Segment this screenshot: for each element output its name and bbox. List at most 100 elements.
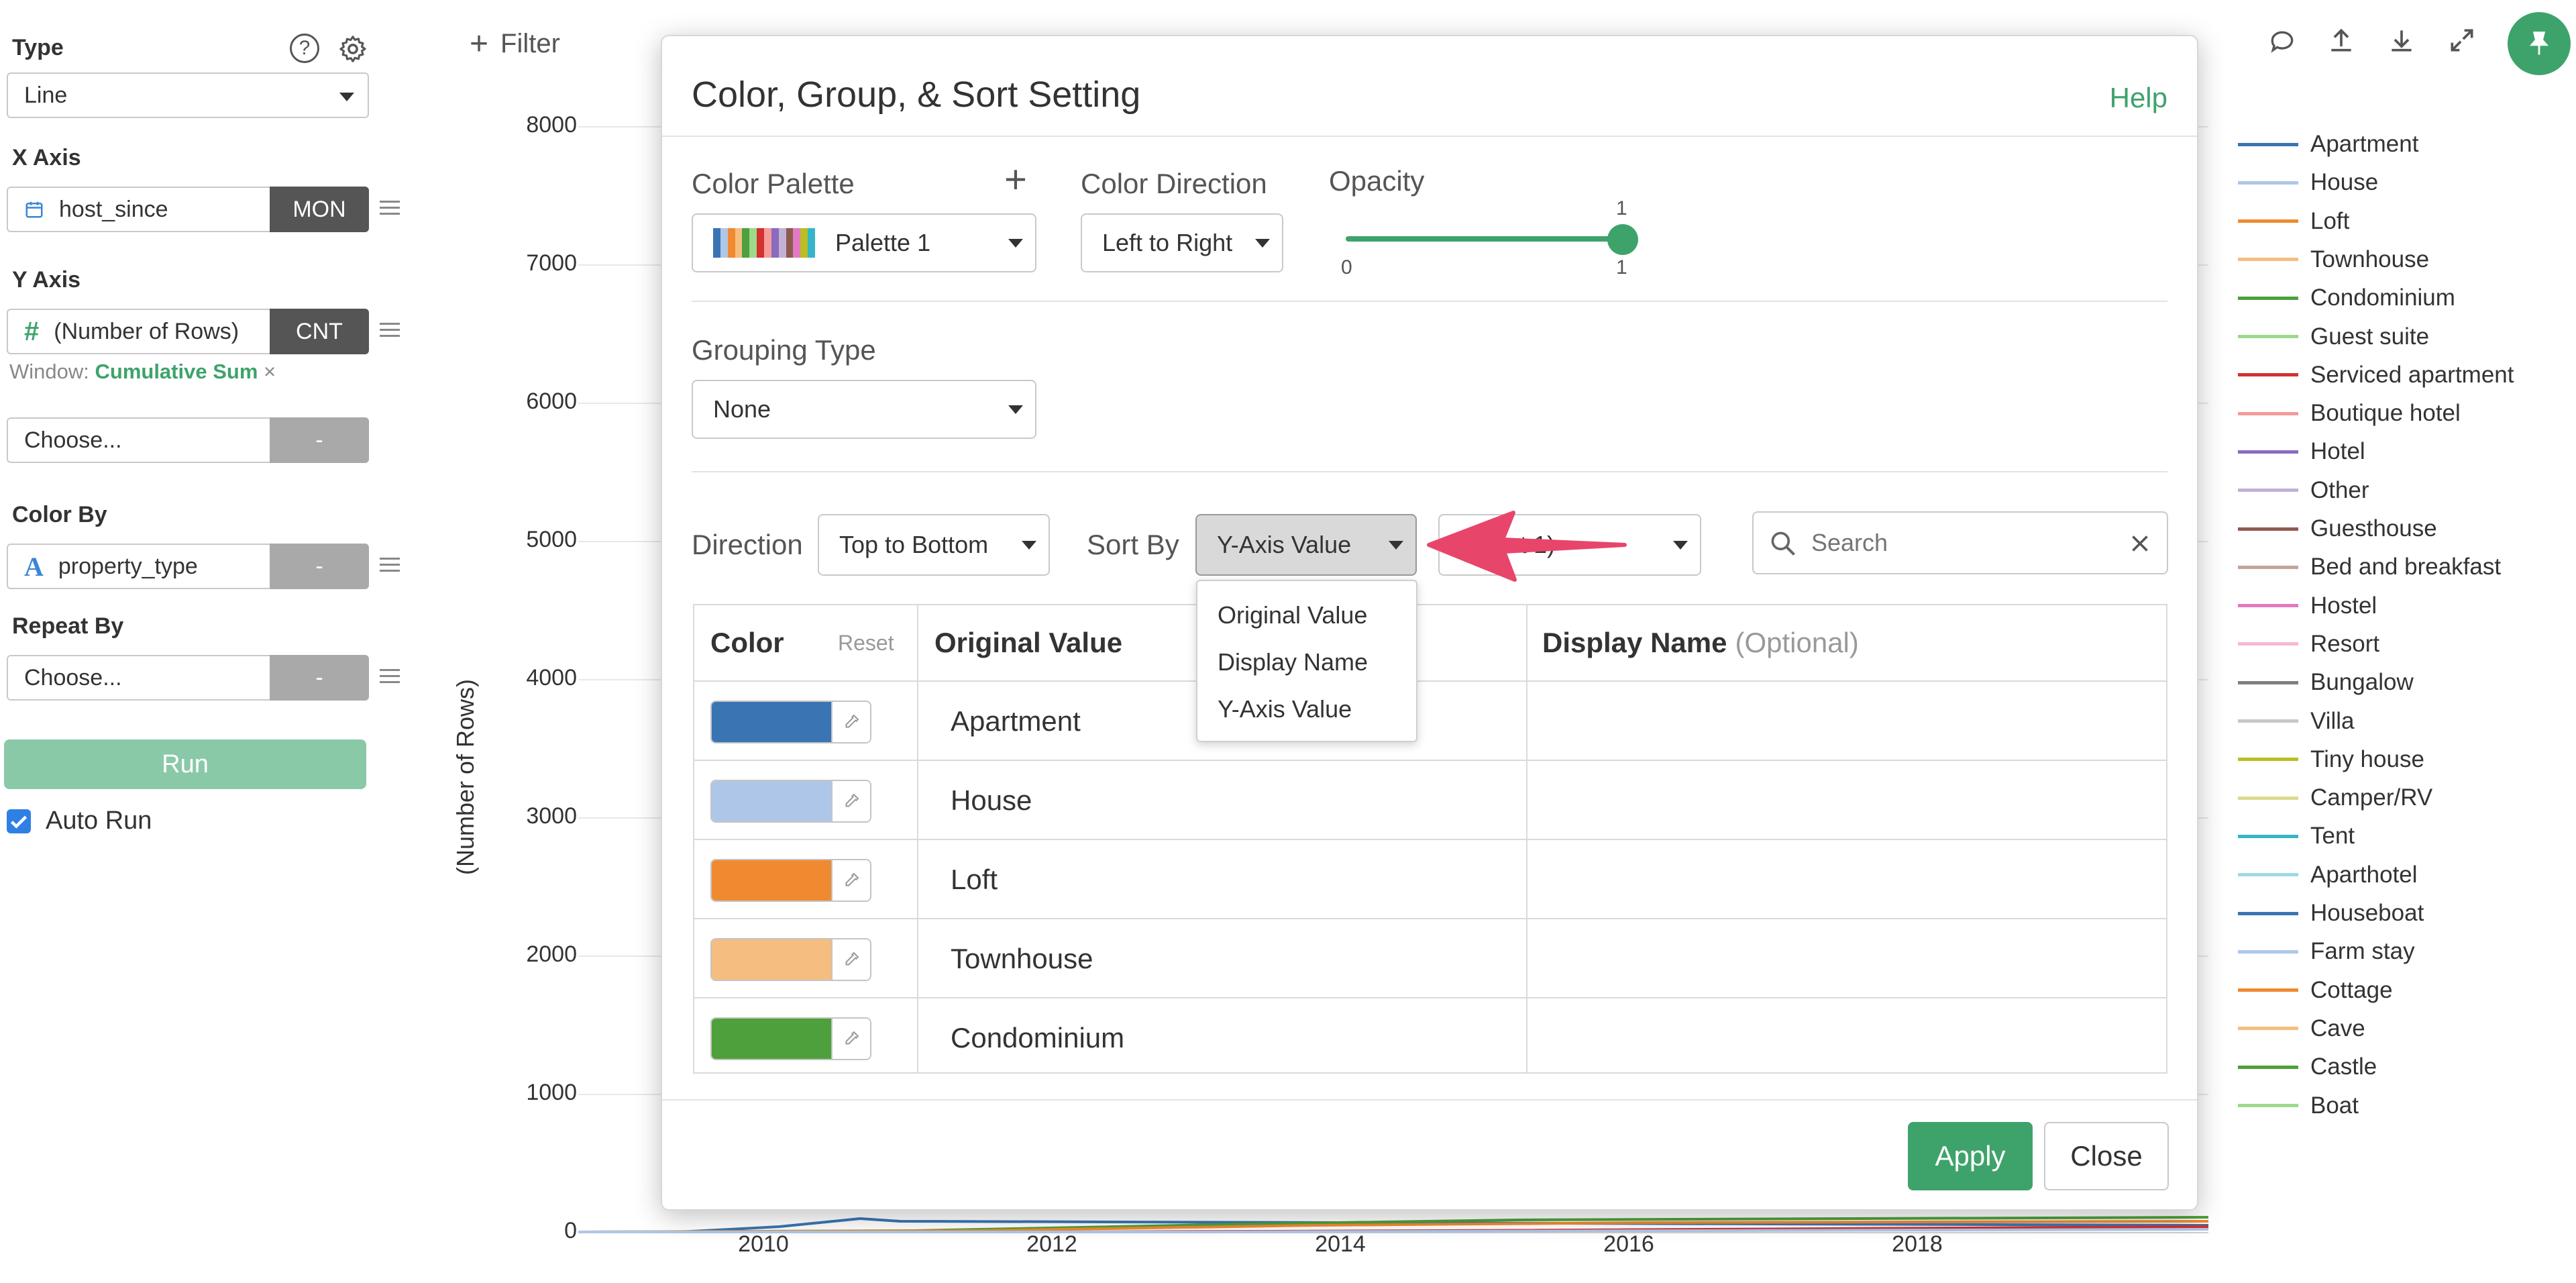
color-direction-select[interactable]: Left to Right (1081, 213, 1283, 272)
legend-item[interactable]: Loft (2238, 205, 2349, 238)
menu-icon[interactable] (380, 554, 400, 576)
palette-stripe (713, 228, 720, 258)
help-link[interactable]: Help (2110, 82, 2167, 114)
legend-label: Hostel (2310, 592, 2377, 619)
search-field[interactable] (1752, 511, 2168, 574)
opacity-slider-handle[interactable] (1607, 224, 1638, 255)
display-name-cell[interactable] (1527, 919, 2165, 998)
color-palette-select[interactable]: Palette 1 (692, 213, 1036, 272)
legend-swatch (2238, 719, 2298, 723)
legend-item[interactable]: Resort (2238, 627, 2379, 661)
color-swatch[interactable] (712, 1019, 831, 1059)
legend-item[interactable]: Condominium (2238, 281, 2455, 315)
y-tick: 0 (564, 1218, 577, 1243)
display-name-cell[interactable] (1527, 682, 2165, 761)
legend-item[interactable]: Apartment (2238, 127, 2418, 161)
color-swatch-button[interactable] (710, 938, 871, 981)
legend-item[interactable]: Hotel (2238, 435, 2365, 468)
sort-option-display-name[interactable]: Display Name (1218, 648, 1368, 676)
menu-icon[interactable] (380, 197, 400, 219)
color-swatch-button[interactable] (710, 780, 871, 823)
gear-icon[interactable] (337, 34, 368, 64)
legend-label: Loft (2310, 207, 2350, 234)
apply-button[interactable]: Apply (1908, 1122, 2033, 1190)
legend-item[interactable]: Hostel (2238, 589, 2377, 623)
eyedropper-icon[interactable] (831, 860, 870, 901)
legend-item[interactable]: Guest suite (2238, 320, 2429, 354)
sort-option-y-axis-value[interactable]: Y-Axis Value (1218, 695, 1352, 723)
repeat-by-aggregate[interactable]: - (270, 655, 369, 701)
auto-run-checkbox[interactable] (7, 809, 31, 833)
color-swatch[interactable] (712, 939, 831, 980)
add-palette-icon[interactable]: + (1004, 157, 1027, 202)
color-swatch-button[interactable] (710, 1017, 871, 1060)
legend-item[interactable]: Tiny house (2238, 743, 2424, 776)
legend-item[interactable]: House (2238, 166, 2378, 199)
upload-icon[interactable] (2326, 25, 2356, 55)
color-by-aggregate[interactable]: - (270, 544, 369, 589)
menu-icon[interactable] (380, 665, 400, 687)
window-value[interactable]: Cumulative Sum (95, 360, 258, 383)
x-axis-aggregate[interactable]: MON (270, 187, 369, 232)
legend-label: Condominium (2310, 285, 2455, 311)
pin-button[interactable] (2508, 12, 2571, 75)
extra-axis-value: Choose... (24, 427, 122, 453)
legend-swatch (2238, 1104, 2298, 1107)
grouping-type-select[interactable]: None (692, 380, 1036, 439)
window-prefix: Window: (9, 360, 89, 383)
reset-colors-button[interactable]: Reset (838, 631, 894, 656)
legend-item[interactable]: Boat (2238, 1089, 2359, 1123)
legend-item[interactable]: Townhouse (2238, 243, 2429, 276)
legend-item[interactable]: Cottage (2238, 974, 2393, 1007)
help-icon[interactable]: ? (290, 34, 319, 63)
run-button[interactable]: Run (4, 739, 366, 789)
close-button[interactable]: Close (2044, 1122, 2169, 1190)
comment-icon[interactable] (2267, 27, 2297, 56)
legend-item[interactable]: Camper/RV (2238, 781, 2432, 815)
search-input[interactable] (1810, 528, 2108, 558)
color-swatch-button[interactable] (710, 859, 871, 902)
col-display-header: Display Name (Optional) (1542, 605, 1859, 680)
legend-item[interactable]: Aparthotel (2238, 858, 2418, 892)
legend-item[interactable]: Villa (2238, 705, 2355, 738)
legend-item[interactable]: Bungalow (2238, 666, 2414, 699)
color-swatch[interactable] (712, 860, 831, 901)
legend-item[interactable]: Houseboat (2238, 896, 2424, 930)
legend-item[interactable]: Boutique hotel (2238, 397, 2461, 430)
sort-by-select[interactable]: Y-Axis Value (1195, 514, 1417, 576)
chart-type-select[interactable]: Line (7, 72, 369, 118)
legend-item[interactable]: Cave (2238, 1012, 2365, 1045)
legend-item[interactable]: Tent (2238, 819, 2355, 853)
color-swatch[interactable] (712, 781, 831, 821)
legend-item[interactable]: Guesthouse (2238, 512, 2437, 546)
eyedropper-icon[interactable] (831, 1019, 870, 1059)
legend-item[interactable]: Farm stay (2238, 935, 2415, 968)
eyedropper-icon[interactable] (831, 781, 870, 821)
color-by-field-name: property_type (58, 553, 198, 579)
color-swatch-button[interactable] (710, 701, 871, 743)
menu-icon[interactable] (380, 319, 400, 341)
palette-stripe (727, 228, 735, 258)
display-name-cell[interactable] (1527, 761, 2165, 840)
eyedropper-icon[interactable] (831, 702, 870, 742)
display-name-cell[interactable] (1527, 840, 2165, 919)
download-icon[interactable] (2387, 25, 2416, 55)
legend-item[interactable]: Bed and breakfast (2238, 550, 2501, 584)
color-swatch[interactable] (712, 702, 831, 742)
legend-item[interactable]: Castle (2238, 1050, 2377, 1084)
chevron-down-icon (1008, 239, 1023, 248)
sort-option-original-value[interactable]: Original Value (1218, 601, 1367, 629)
y-axis-aggregate[interactable]: CNT (270, 309, 369, 354)
direction-select[interactable]: Top to Bottom (818, 514, 1050, 576)
expand-icon[interactable] (2447, 25, 2477, 55)
filter-button[interactable]: + Filter (470, 25, 560, 62)
opacity-slider-track[interactable] (1346, 236, 1627, 242)
legend-item[interactable]: Other (2238, 474, 2369, 507)
legend-item[interactable]: Serviced apartment (2238, 358, 2514, 392)
extra-axis-aggregate[interactable]: - (270, 417, 369, 463)
window-clear-icon[interactable]: × (264, 360, 276, 383)
eyedropper-icon[interactable] (831, 939, 870, 980)
display-name-cell[interactable] (1527, 998, 2165, 1078)
clear-search-icon[interactable] (2128, 531, 2152, 556)
legend-label: Guesthouse (2310, 515, 2437, 542)
